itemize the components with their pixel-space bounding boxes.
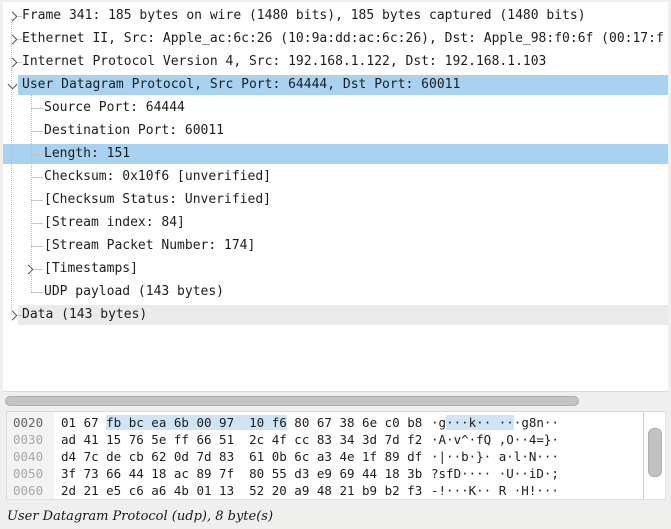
tree-connector-line xyxy=(34,269,43,270)
hex-row-0020[interactable]: 0020 01 67 fb bc ea 6b 00 97 10 f6 80 67 … xyxy=(7,414,643,431)
bytes-vertical-scrollbar[interactable] xyxy=(643,412,665,499)
tree-row-ip[interactable]: Internet Protocol Version 4, Src: 192.16… xyxy=(3,51,668,73)
tree-row-ethernet[interactable]: Ethernet II, Src: Apple_ac:6c:26 (10:9a:… xyxy=(3,28,668,50)
expand-arrow-icon[interactable] xyxy=(8,35,18,45)
tree-row-udp-destination-port[interactable]: Destination Port: 60011 xyxy=(3,120,668,142)
tree-connector-line xyxy=(31,200,43,201)
hex-offset: 0030 xyxy=(13,431,43,448)
hex-rows: 0020 01 67 fb bc ea 6b 00 97 10 f6 80 67 … xyxy=(7,414,643,499)
tree-row-udp-stream-packet-number[interactable]: [Stream Packet Number: 174] xyxy=(3,235,668,257)
tree-row-label: Destination Port: 60011 xyxy=(44,120,224,142)
tree-row-label: [Stream index: 84] xyxy=(44,212,185,234)
tree-row-label: [Stream Packet Number: 174] xyxy=(44,235,255,257)
status-field-hint: User Datagram Protocol (udp), 8 byte(s) xyxy=(7,509,273,524)
status-bar: User Datagram Protocol (udp), 8 byte(s) xyxy=(0,500,671,529)
tree-connector-line xyxy=(31,108,43,109)
tree-row-label: [Timestamps] xyxy=(44,258,138,280)
hex-bytes[interactable]: 01 67 fb bc ea 6b 00 97 10 f6 80 67 38 6… xyxy=(61,414,422,431)
hex-offset: 0050 xyxy=(13,465,43,482)
hex-row-0030[interactable]: 0030 ad 41 15 76 5e ff 66 51 2c 4f cc 83 … xyxy=(7,431,643,448)
ascii-bytes[interactable]: ·|··b·}· a·l·N··· xyxy=(431,448,559,465)
expand-arrow-icon[interactable] xyxy=(8,58,18,68)
tree-row-frame[interactable]: Frame 341: 185 bytes on wire (1480 bits)… xyxy=(3,5,668,27)
tree-row-label: Length: 151 xyxy=(44,143,130,165)
tree-guide-udp-children xyxy=(31,95,32,292)
selected-bytes: fb bc ea 6b 00 97 10 f6 xyxy=(106,415,287,430)
collapse-arrow-icon[interactable] xyxy=(8,80,18,90)
tree-row-data[interactable]: Data (143 bytes) xyxy=(3,304,668,326)
ascii-bytes[interactable]: ?sfD···· ·U··iD·; xyxy=(431,465,559,482)
packet-details-pane: Frame 341: 185 bytes on wire (1480 bits)… xyxy=(3,2,668,392)
tree-connector-line xyxy=(31,154,43,155)
tree-row-label: Checksum: 0x10f6 [unverified] xyxy=(44,166,271,188)
selected-bytes: ···k·· ·· xyxy=(446,415,514,430)
tree-row-label: [Checksum Status: Unverified] xyxy=(44,189,271,211)
hex-row-0060[interactable]: 0060 2d 21 e5 c6 a6 4b 01 13 52 20 a9 48 … xyxy=(7,482,643,499)
hex-bytes[interactable]: 2d 21 e5 c6 a6 4b 01 13 52 20 a9 48 21 b… xyxy=(61,482,422,499)
tree-connector-line xyxy=(31,292,43,293)
tree-connector-line xyxy=(31,246,43,247)
tree-connector-line xyxy=(31,131,43,132)
tree-row-label: Internet Protocol Version 4, Src: 192.16… xyxy=(22,51,546,73)
details-horizontal-scrollbar[interactable] xyxy=(3,392,668,409)
tree-row-udp-timestamps[interactable]: [Timestamps] xyxy=(3,258,668,280)
details-horizontal-scrollbar-thumb[interactable] xyxy=(5,396,579,406)
tree-row-udp-payload[interactable]: UDP payload (143 bytes) xyxy=(3,281,668,303)
hex-offset: 0040 xyxy=(13,448,43,465)
tree-connector-line xyxy=(31,177,43,178)
tree-row-label: User Datagram Protocol, Src Port: 64444,… xyxy=(22,74,460,96)
hex-row-0040[interactable]: 0040 d4 7c de cb 62 0d 7d 83 61 0b 6c a3 … xyxy=(7,448,643,465)
tree-row-label: UDP payload (143 bytes) xyxy=(44,281,224,303)
tree-connector-line xyxy=(31,223,43,224)
tree-row-udp-stream-index[interactable]: [Stream index: 84] xyxy=(3,212,668,234)
tree-row-udp-length[interactable]: Length: 151 xyxy=(3,143,668,165)
tree-row-udp-checksum[interactable]: Checksum: 0x10f6 [unverified] xyxy=(3,166,668,188)
expand-arrow-icon[interactable] xyxy=(8,311,18,321)
hex-bytes[interactable]: 3f 73 66 44 18 ac 89 7f 80 55 d3 e9 69 4… xyxy=(61,465,422,482)
bytes-vertical-scrollbar-thumb[interactable] xyxy=(648,428,662,477)
expand-arrow-icon[interactable] xyxy=(8,12,18,22)
hex-bytes[interactable]: d4 7c de cb 62 0d 7d 83 61 0b 6c a3 4e 1… xyxy=(61,448,422,465)
ascii-bytes[interactable]: ·g···k·· ···g8n·· xyxy=(431,414,559,431)
packet-bytes-pane: 0020 01 67 fb bc ea 6b 00 97 10 f6 80 67 … xyxy=(6,411,666,501)
tree-row-udp-checksum-status[interactable]: [Checksum Status: Unverified] xyxy=(3,189,668,211)
tree-row-udp-source-port[interactable]: Source Port: 64444 xyxy=(3,97,668,119)
tree-row-label: Source Port: 64444 xyxy=(44,97,185,119)
hex-row-0050[interactable]: 0050 3f 73 66 44 18 ac 89 7f 80 55 d3 e9 … xyxy=(7,465,643,482)
tree-row-label: Frame 341: 185 bytes on wire (1480 bits)… xyxy=(22,5,586,27)
hex-offset: 0020 xyxy=(13,414,43,431)
tree-row-udp[interactable]: User Datagram Protocol, Src Port: 64444,… xyxy=(3,74,668,96)
ascii-bytes[interactable]: -!···K·· R ·H!··· xyxy=(431,482,559,499)
hex-bytes[interactable]: ad 41 15 76 5e ff 66 51 2c 4f cc 83 34 3… xyxy=(61,431,422,448)
tree-row-label: Data (143 bytes) xyxy=(22,304,147,326)
hex-offset: 0060 xyxy=(13,482,43,499)
ascii-bytes[interactable]: ·A·v^·fQ ,O··4=}· xyxy=(431,431,559,448)
tree-row-label: Ethernet II, Src: Apple_ac:6c:26 (10:9a:… xyxy=(22,28,664,50)
tree-guide-root xyxy=(11,19,12,315)
